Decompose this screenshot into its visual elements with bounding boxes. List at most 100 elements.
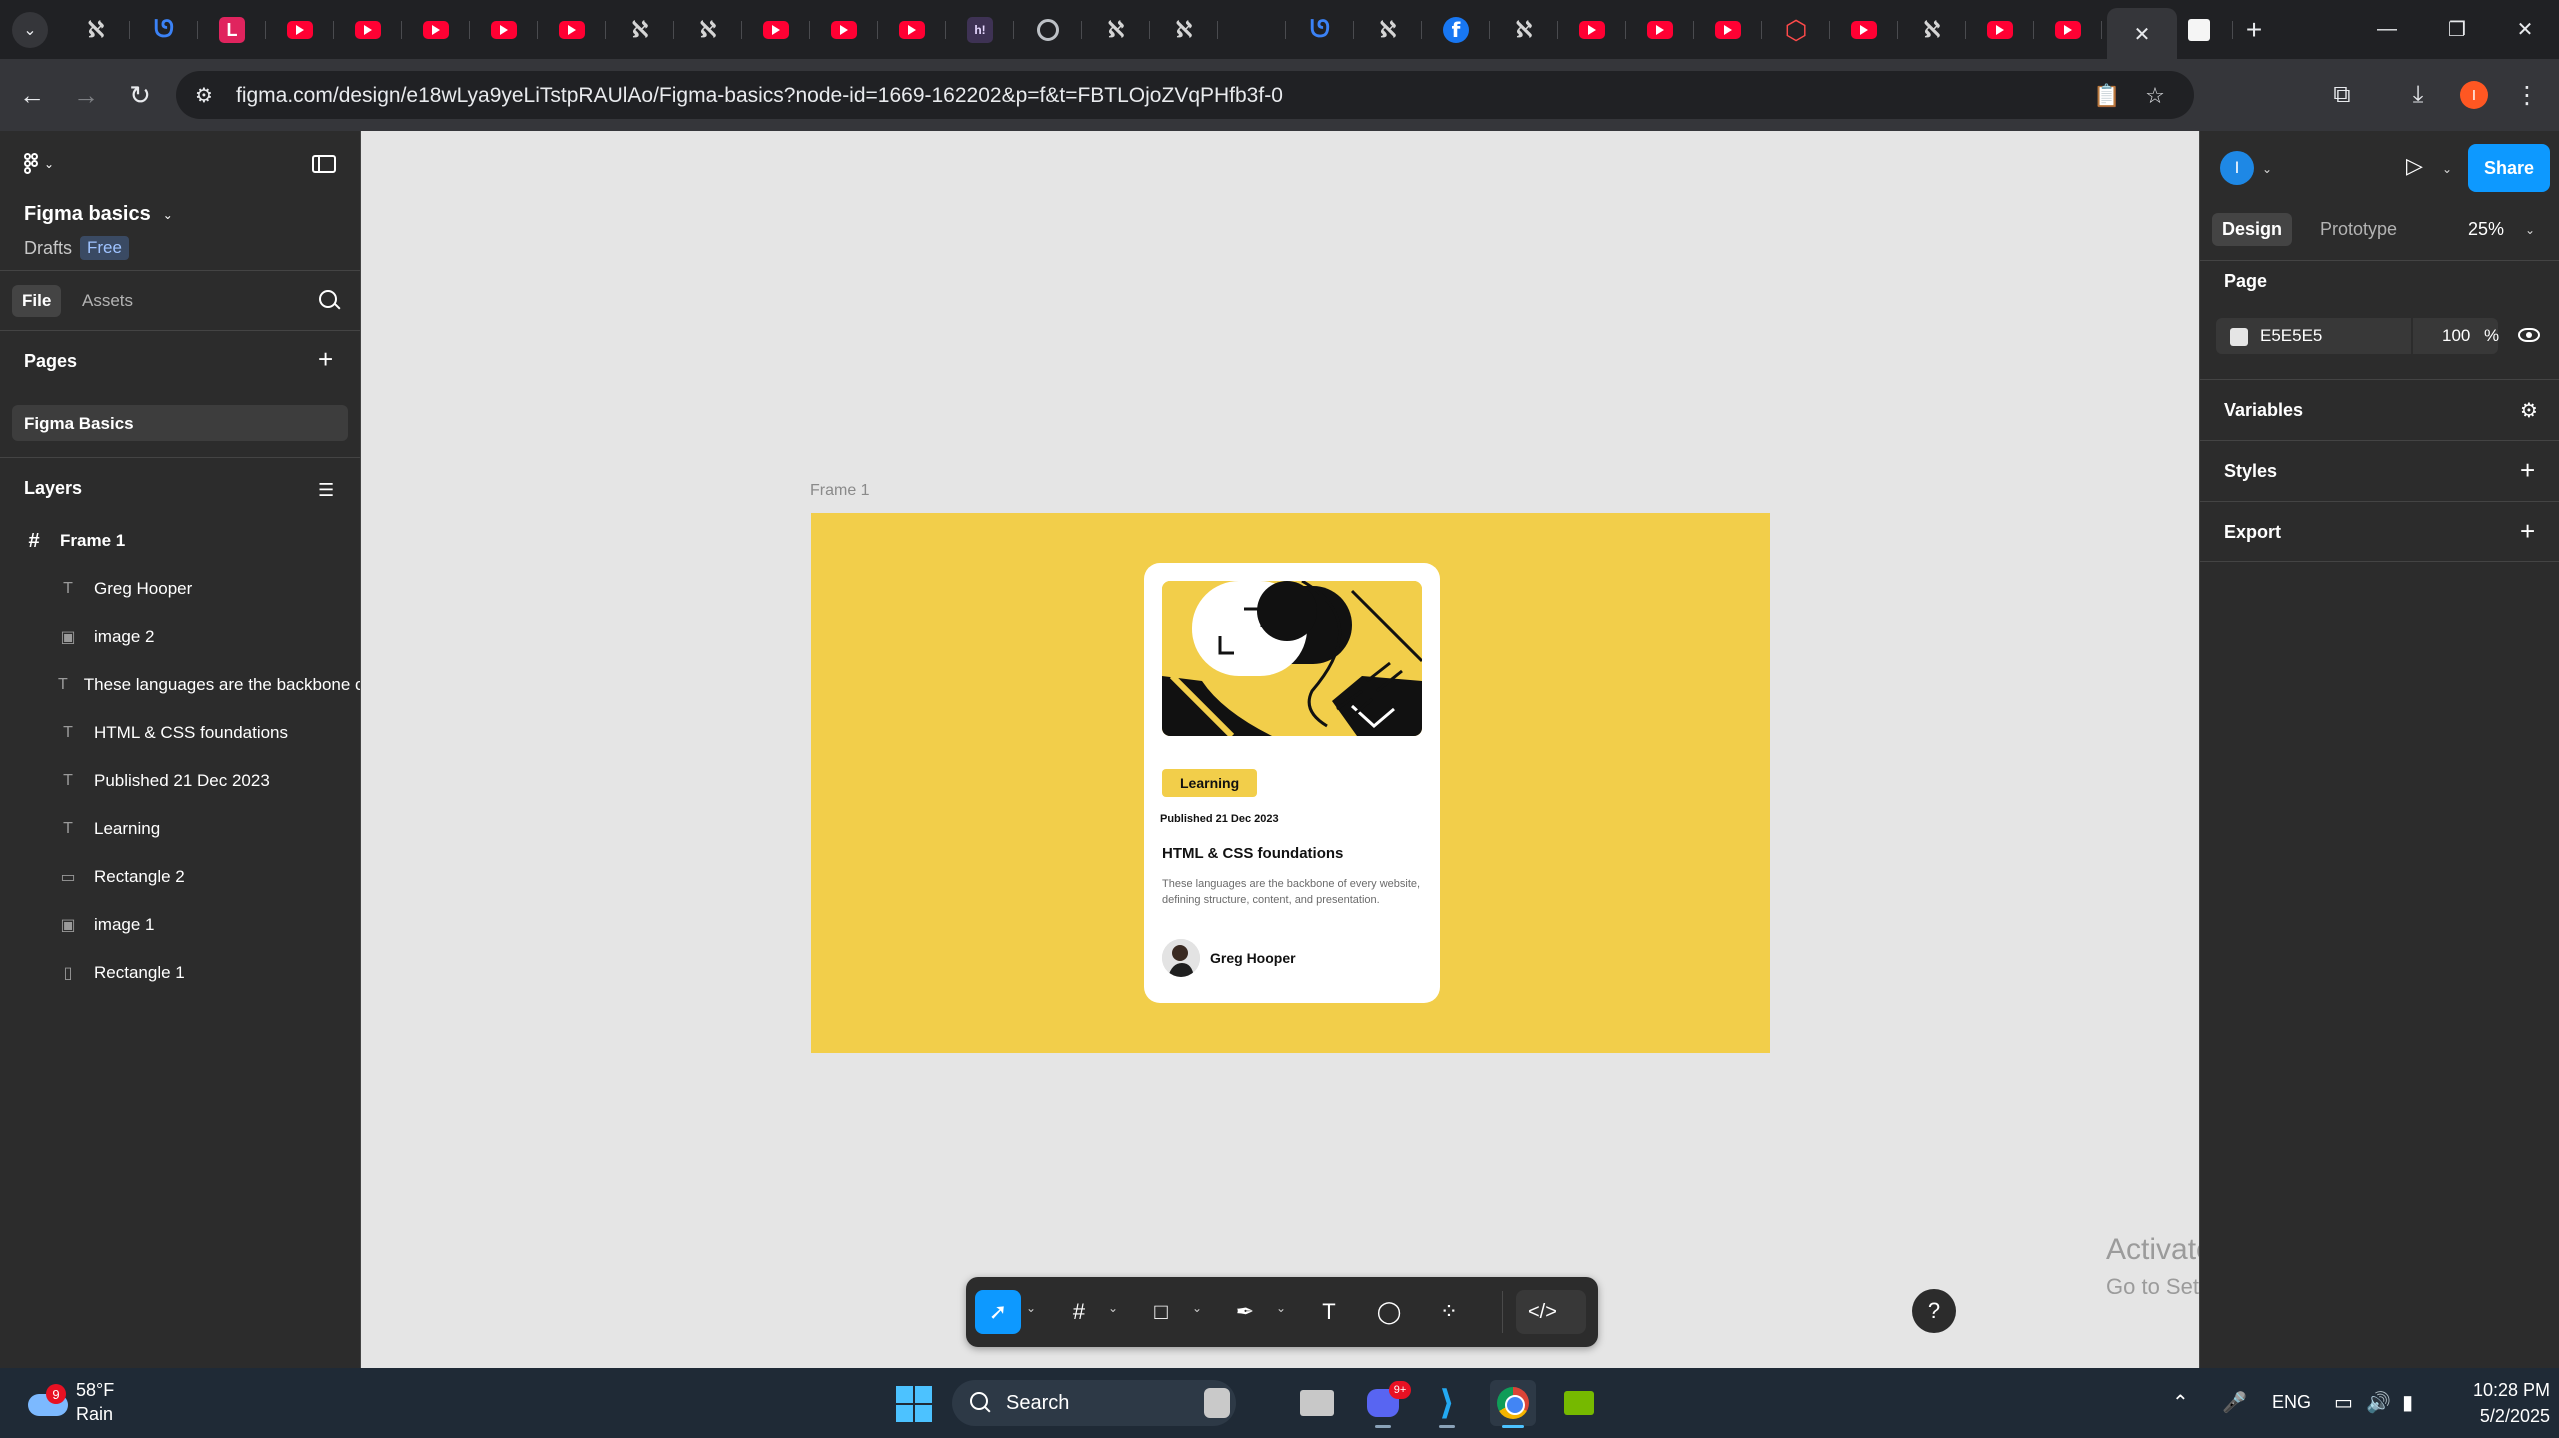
- page-color-swatch[interactable]: [2230, 328, 2248, 346]
- browser-tab[interactable]: f: [1422, 8, 1490, 52]
- browser-tab[interactable]: [1014, 8, 1082, 52]
- reload-icon[interactable]: ↻: [122, 77, 158, 113]
- restore-window-icon[interactable]: ❐: [2423, 0, 2491, 59]
- canvas[interactable]: Frame 1 Learning Published 21 Dec 2023 H…: [361, 131, 2199, 1368]
- browser-tab[interactable]: ⬡: [1762, 8, 1830, 52]
- url-text[interactable]: figma.com/design/e18wLya9yeLiTstpRAUlAo/…: [236, 84, 1283, 108]
- clock-time[interactable]: 10:28 PM: [2454, 1380, 2550, 1401]
- add-style-plus-icon[interactable]: +: [2520, 455, 2535, 486]
- tab-file[interactable]: File: [12, 285, 62, 317]
- browser-tab[interactable]: [266, 8, 334, 52]
- browser-tab[interactable]: [2034, 8, 2102, 52]
- published-date[interactable]: Published 21 Dec 2023: [1160, 813, 1279, 825]
- microphone-icon[interactable]: 🎤: [2222, 1390, 2247, 1415]
- browser-tab[interactable]: ℵ: [1082, 8, 1150, 52]
- input-language[interactable]: ENG: [2272, 1392, 2311, 1413]
- author-avatar[interactable]: [1162, 939, 1200, 977]
- page-background-field[interactable]: E5E5E5 100 %: [2216, 318, 2499, 354]
- browser-tab[interactable]: ᘎ: [1286, 8, 1354, 52]
- card-illustration-image[interactable]: [1162, 581, 1422, 736]
- browser-tab[interactable]: [1966, 8, 2034, 52]
- present-dropdown-icon[interactable]: ⌄: [2442, 162, 2452, 176]
- zoom-dropdown-icon[interactable]: ⌄: [2525, 223, 2535, 237]
- weather-temperature[interactable]: 58°F: [76, 1380, 114, 1401]
- nvidia-icon[interactable]: [1556, 1380, 1602, 1426]
- move-tool-dropdown-icon[interactable]: ⌄: [1026, 1301, 1036, 1315]
- browser-tab[interactable]: [810, 8, 878, 52]
- bookmark-star-icon[interactable]: ☆: [2142, 83, 2168, 109]
- page-color-hex[interactable]: E5E5E5: [2260, 326, 2322, 346]
- main-menu-button[interactable]: ⌄: [24, 153, 54, 175]
- plan-badge[interactable]: Free: [80, 236, 129, 260]
- browser-tab[interactable]: h!: [946, 8, 1014, 52]
- browser-tab[interactable]: ᘎ: [130, 8, 198, 52]
- browser-tab[interactable]: [538, 8, 606, 52]
- page-opacity-value[interactable]: 100: [2442, 326, 2470, 346]
- text-tool-icon[interactable]: T: [1306, 1290, 1352, 1334]
- browser-tab[interactable]: ℵ: [606, 8, 674, 52]
- frame-label[interactable]: Frame 1: [810, 482, 870, 500]
- browser-tab[interactable]: L: [198, 8, 266, 52]
- user-avatar[interactable]: I: [2220, 151, 2254, 185]
- weather-condition[interactable]: Rain: [76, 1404, 113, 1425]
- weather-rain-icon[interactable]: 9: [28, 1384, 68, 1420]
- layer-row[interactable]: ▣ image 1: [0, 901, 360, 949]
- move-tool-cursor-icon[interactable]: ➚: [975, 1290, 1021, 1334]
- card-description[interactable]: These languages are the backbone of ever…: [1162, 876, 1424, 908]
- zoom-level[interactable]: 25%: [2468, 219, 2504, 240]
- browser-tab[interactable]: [878, 8, 946, 52]
- browser-tab[interactable]: ℵ: [1898, 8, 1966, 52]
- tab-figma[interactable]: [2165, 8, 2233, 52]
- layer-row-frame[interactable]: # Frame 1: [0, 517, 360, 565]
- profile-avatar[interactable]: I: [2460, 81, 2488, 109]
- browser-tab[interactable]: [402, 8, 470, 52]
- card-title[interactable]: HTML & CSS foundations: [1162, 845, 1343, 862]
- search-icon[interactable]: [318, 289, 342, 313]
- location-label[interactable]: Drafts: [24, 238, 72, 259]
- variables-row[interactable]: Variables ⚙: [2200, 379, 2559, 440]
- frame-tool-dropdown-icon[interactable]: ⌄: [1108, 1301, 1118, 1315]
- article-card[interactable]: Learning Published 21 Dec 2023 HTML & CS…: [1144, 563, 1440, 1003]
- browser-tab[interactable]: [1218, 8, 1286, 52]
- toggle-sidebar-icon[interactable]: [312, 155, 336, 173]
- layer-row[interactable]: T HTML & CSS foundations: [0, 709, 360, 757]
- browser-tab[interactable]: [334, 8, 402, 52]
- file-explorer-icon[interactable]: [1294, 1380, 1340, 1426]
- layer-row[interactable]: ▣ image 2: [0, 613, 360, 661]
- layer-row[interactable]: ▭ Rectangle 2: [0, 853, 360, 901]
- windows-start-icon[interactable]: [896, 1386, 932, 1422]
- add-page-plus-icon[interactable]: +: [318, 346, 333, 372]
- file-name[interactable]: Figma basics ⌄: [24, 203, 173, 226]
- frame-tool-icon[interactable]: #: [1056, 1290, 1102, 1334]
- pen-tool-icon[interactable]: ✒: [1222, 1290, 1268, 1334]
- tab-assets[interactable]: Assets: [72, 285, 143, 317]
- chevron-down-icon[interactable]: ⌄: [2262, 162, 2272, 176]
- network-icon[interactable]: ▭: [2334, 1390, 2353, 1415]
- add-export-plus-icon[interactable]: +: [2520, 516, 2535, 547]
- layers-list-options-icon[interactable]: ☰: [318, 480, 334, 501]
- layer-row[interactable]: T Learning: [0, 805, 360, 853]
- show-hidden-icons-chevron-icon[interactable]: ⌃: [2172, 1390, 2189, 1415]
- layer-row[interactable]: T Greg Hooper: [0, 565, 360, 613]
- browser-tab[interactable]: ℵ: [1150, 8, 1218, 52]
- browser-tab[interactable]: ℵ: [1490, 8, 1558, 52]
- tab-design[interactable]: Design: [2212, 213, 2293, 246]
- layer-row[interactable]: ▯ Rectangle 1: [0, 949, 360, 997]
- pen-tool-dropdown-icon[interactable]: ⌄: [1276, 1301, 1286, 1315]
- extensions-puzzle-icon[interactable]: ⧉: [2324, 77, 2360, 113]
- address-bar[interactable]: ⚙ figma.com/design/e18wLya9yeLiTstpRAUlA…: [176, 71, 2194, 119]
- browser-tab[interactable]: ℵ: [62, 8, 130, 52]
- new-tab-plus-icon[interactable]: +: [2236, 12, 2272, 48]
- clipboard-icon[interactable]: 📋: [2093, 83, 2120, 109]
- dev-mode-toggle-icon[interactable]: </>: [1516, 1290, 1586, 1334]
- close-window-icon[interactable]: ✕: [2491, 0, 2559, 59]
- resources-tool-icon[interactable]: ⁘: [1426, 1290, 1472, 1334]
- styles-row[interactable]: Styles +: [2200, 440, 2559, 501]
- visibility-eye-icon[interactable]: [2518, 328, 2540, 342]
- category-tag[interactable]: Learning: [1162, 769, 1258, 797]
- browser-tab[interactable]: [1830, 8, 1898, 52]
- shape-tool-dropdown-icon[interactable]: ⌄: [1192, 1301, 1202, 1315]
- frame-1[interactable]: Learning Published 21 Dec 2023 HTML & CS…: [811, 513, 1770, 1053]
- kebab-menu-icon[interactable]: ⋮: [2509, 77, 2545, 113]
- browser-tab[interactable]: [470, 8, 538, 52]
